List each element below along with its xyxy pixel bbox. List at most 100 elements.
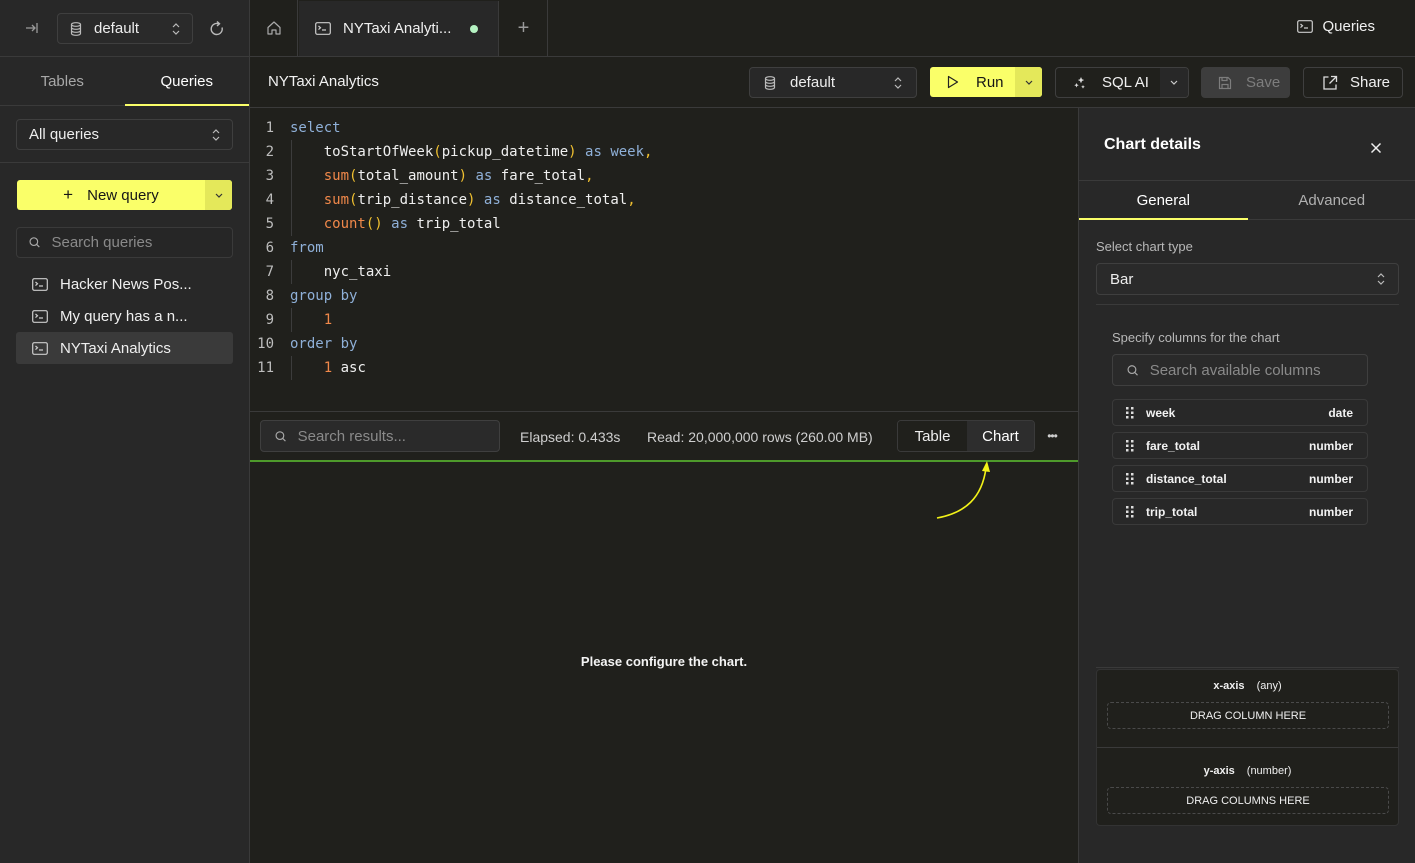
x-axis-accepts: (any) bbox=[1256, 680, 1282, 692]
code-token: fare_total bbox=[500, 168, 586, 184]
line-number: 1 bbox=[265, 120, 274, 136]
code-line[interactable]: 4 sum(trip_distance) as distance_total, bbox=[250, 188, 1078, 212]
line-number: 11 bbox=[257, 360, 274, 376]
chevron-updown-icon bbox=[212, 128, 220, 141]
y-axis-accepts: (number) bbox=[1246, 765, 1292, 777]
query-filter-select[interactable]: All queries bbox=[16, 119, 233, 150]
home-tab[interactable] bbox=[250, 0, 298, 56]
more-icon: ••• bbox=[1047, 429, 1058, 443]
run-button[interactable]: Run bbox=[930, 67, 1015, 97]
sql-ai-button[interactable]: SQL AI bbox=[1056, 68, 1160, 97]
sql-ai-dropdown-button[interactable] bbox=[1160, 68, 1188, 97]
chart-type-label: Select chart type bbox=[1096, 239, 1193, 254]
code-token: , bbox=[627, 192, 636, 208]
chevron-down-icon bbox=[1170, 80, 1178, 85]
code-token: as bbox=[475, 192, 510, 208]
code-line[interactable]: 5 count() as trip_total bbox=[250, 212, 1078, 236]
x-axis-dropzone[interactable]: DRAG COLUMN HERE bbox=[1107, 702, 1389, 729]
drag-handle-icon[interactable] bbox=[1126, 439, 1134, 452]
save-button[interactable]: Save bbox=[1201, 67, 1290, 98]
column-item[interactable]: trip_total number bbox=[1112, 498, 1368, 525]
code-token: select bbox=[290, 120, 341, 136]
code-line[interactable]: 9 1 bbox=[250, 308, 1078, 332]
code-line[interactable]: 1 select bbox=[250, 116, 1078, 140]
search-columns-input[interactable] bbox=[1149, 361, 1353, 379]
chart-view-button[interactable]: Chart bbox=[967, 421, 1034, 451]
line-number: 7 bbox=[265, 264, 274, 280]
column-item[interactable]: distance_total number bbox=[1112, 465, 1368, 492]
code-line[interactable]: 7 nyc_taxi bbox=[250, 260, 1078, 284]
tab-general[interactable]: General bbox=[1079, 181, 1248, 220]
tab-queries[interactable]: Queries bbox=[124, 57, 250, 106]
tab-tables[interactable]: Tables bbox=[0, 57, 125, 105]
query-list-item[interactable]: NYTaxi Analytics bbox=[16, 332, 233, 364]
collapse-sidebar-button[interactable] bbox=[22, 18, 42, 38]
line-number: 2 bbox=[265, 144, 274, 160]
run-dropdown-button[interactable] bbox=[1015, 67, 1042, 97]
query-tab[interactable]: NYTaxi Analyti... bbox=[299, 1, 499, 56]
code-token: order by bbox=[290, 336, 358, 352]
drag-handle-icon[interactable] bbox=[1126, 406, 1134, 419]
drag-handle-icon[interactable] bbox=[1126, 472, 1134, 485]
indent-guide bbox=[291, 356, 292, 380]
panel-title: Chart details bbox=[1104, 136, 1201, 153]
code-token: trip_total bbox=[416, 216, 501, 232]
close-icon bbox=[1370, 142, 1382, 154]
code-token: nyc_taxi bbox=[323, 264, 392, 280]
code-token: , bbox=[644, 144, 653, 160]
indent-guide bbox=[291, 308, 292, 332]
code-text: group by bbox=[290, 288, 357, 304]
x-axis-section: x-axis (any) DRAG COLUMN HERE bbox=[1097, 670, 1398, 747]
code-line[interactable]: 3 sum(total_amount) as fare_total, bbox=[250, 164, 1078, 188]
new-query-button[interactable]: + New query bbox=[17, 180, 205, 210]
chevron-down-icon bbox=[1025, 80, 1032, 85]
new-query-dropdown-button[interactable] bbox=[205, 180, 232, 210]
search-queries-input[interactable] bbox=[51, 234, 220, 251]
run-label: Run bbox=[976, 73, 1004, 91]
query-list-item-label: Hacker News Pos... bbox=[60, 275, 192, 293]
query-service-select[interactable]: default bbox=[749, 67, 917, 98]
table-view-button[interactable]: Table bbox=[898, 421, 967, 451]
column-name: distance_total bbox=[1146, 471, 1227, 486]
tab-advanced[interactable]: Advanced bbox=[1248, 181, 1415, 219]
code-line[interactable]: 8 group by bbox=[250, 284, 1078, 308]
column-item[interactable]: fare_total number bbox=[1112, 432, 1368, 459]
add-tab-button[interactable]: + bbox=[500, 0, 548, 56]
y-axis-dropzone[interactable]: DRAG COLUMNS HERE bbox=[1107, 787, 1389, 814]
code-text: 1 bbox=[290, 312, 332, 328]
column-item[interactable]: week date bbox=[1112, 399, 1368, 426]
column-type: number bbox=[1308, 471, 1353, 486]
drag-handle-icon[interactable] bbox=[1126, 505, 1134, 518]
terminal-icon bbox=[32, 309, 48, 323]
line-number: 8 bbox=[265, 288, 274, 304]
query-list-item[interactable]: My query has a n... bbox=[16, 300, 233, 332]
code-text: sum(trip_distance) as distance_total, bbox=[290, 192, 636, 208]
code-line[interactable]: 6 from bbox=[250, 236, 1078, 260]
service-select[interactable]: default bbox=[57, 13, 193, 44]
refresh-button[interactable] bbox=[206, 18, 228, 40]
chevron-updown-icon bbox=[894, 76, 902, 89]
code-token: ) bbox=[568, 144, 577, 160]
close-panel-button[interactable] bbox=[1366, 138, 1386, 158]
code-line[interactable]: 10 order by bbox=[250, 332, 1078, 356]
query-title[interactable]: NYTaxi Analytics bbox=[268, 73, 379, 90]
play-icon bbox=[947, 75, 959, 89]
code-line[interactable]: 11 1 asc bbox=[250, 356, 1078, 380]
column-name: fare_total bbox=[1146, 438, 1201, 453]
code-line[interactable]: 2 toStartOfWeek(pickup_datetime) as week… bbox=[250, 140, 1078, 164]
query-list-item[interactable]: Hacker News Pos... bbox=[16, 268, 233, 300]
line-number: 3 bbox=[265, 168, 274, 184]
share-button[interactable]: Share bbox=[1303, 67, 1403, 98]
sidebar-header: default bbox=[0, 0, 249, 57]
search-results-input[interactable] bbox=[297, 427, 485, 445]
code-token: toStartOfWeek bbox=[323, 144, 434, 160]
save-label: Save bbox=[1246, 74, 1281, 91]
more-options-button[interactable]: ••• bbox=[1043, 427, 1061, 445]
chart-type-select[interactable]: Bar bbox=[1096, 263, 1399, 295]
sql-editor[interactable]: 1 select 2 toStartOfWeek(pickup_datetime) … bbox=[250, 108, 1078, 412]
queries-link[interactable]: Queries bbox=[1297, 18, 1375, 35]
